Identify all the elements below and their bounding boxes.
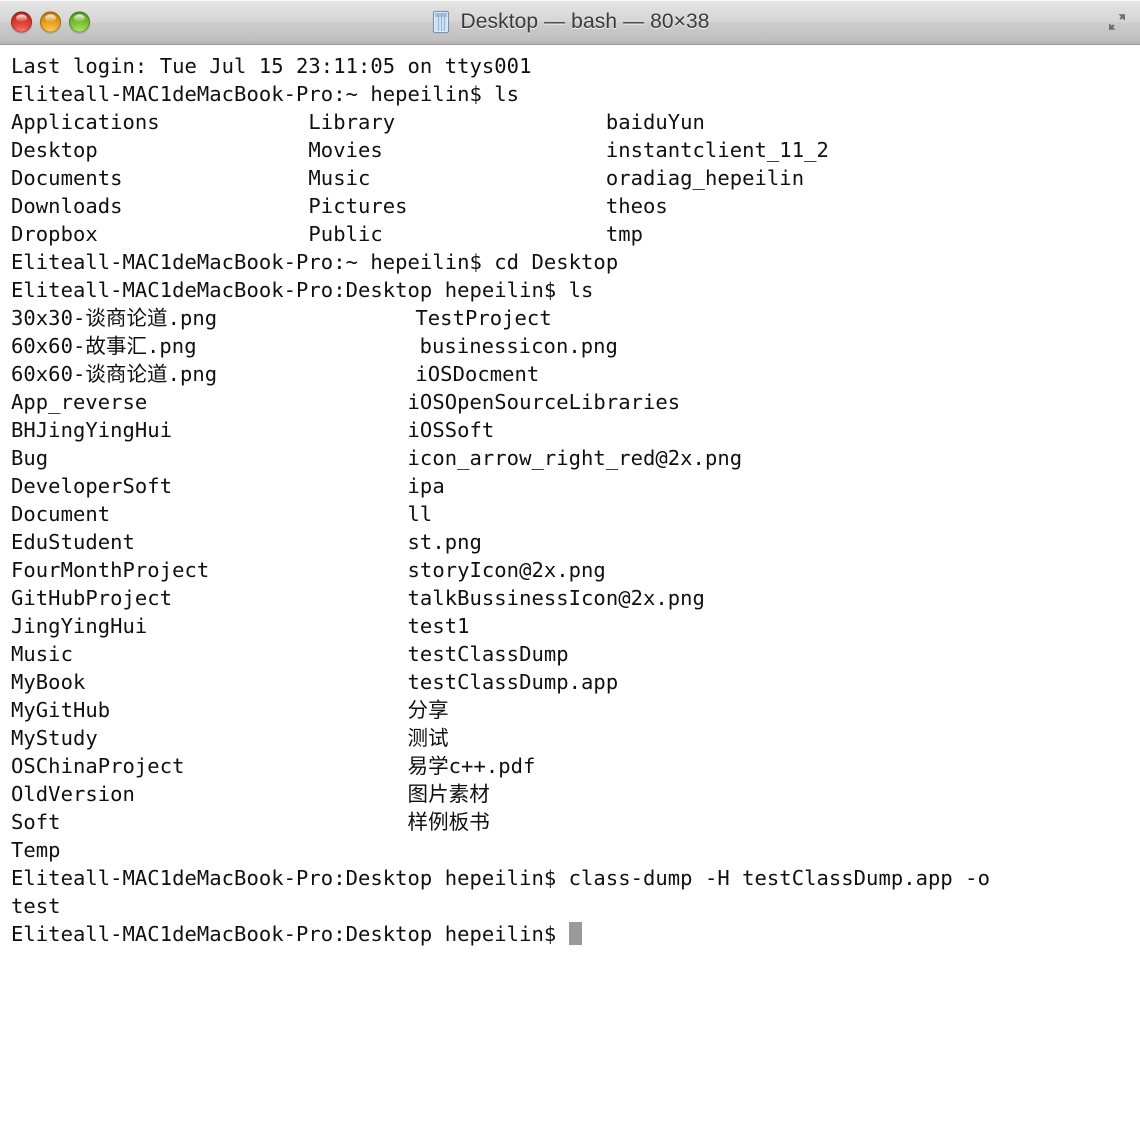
terminal-window: Desktop — bash — 80×38 Last login: Tue J… bbox=[0, 0, 1140, 1124]
close-button[interactable] bbox=[11, 11, 32, 33]
terminal-line: test bbox=[11, 894, 61, 918]
terminal-line: BHJingYingHui iOSSoft bbox=[11, 418, 495, 442]
terminal-screen[interactable]: Last login: Tue Jul 15 23:11:05 on ttys0… bbox=[11, 52, 1140, 1124]
terminal-cursor bbox=[568, 922, 582, 945]
terminal-line: App_reverse iOSOpenSourceLibraries bbox=[11, 390, 681, 414]
terminal-line: Downloads Pictures theos bbox=[11, 194, 668, 218]
terminal-line: 60x60-故事汇.png businessicon.png bbox=[11, 334, 618, 358]
terminal-line: Soft 样例板书 bbox=[11, 810, 490, 834]
terminal-line: Eliteall-MAC1deMacBook-Pro:~ hepeilin$ l… bbox=[11, 82, 520, 106]
terminal-line: EduStudent st.png bbox=[11, 530, 482, 554]
terminal-line: Eliteall-MAC1deMacBook-Pro:Desktop hepei… bbox=[11, 278, 594, 302]
terminal-line: Document ll bbox=[11, 502, 433, 526]
terminal-line: 30x30-谈商论道.png TestProject bbox=[11, 306, 552, 330]
window-title-text: Desktop — bash — 80×38 bbox=[460, 10, 710, 33]
terminal-line: Eliteall-MAC1deMacBook-Pro:Desktop hepei… bbox=[11, 866, 990, 890]
terminal-line: Eliteall-MAC1deMacBook-Pro:Desktop hepei… bbox=[11, 920, 1140, 948]
window-title-group: Desktop — bash — 80×38 bbox=[430, 10, 709, 34]
terminal-line: GitHubProject talkBussinessIcon@2x.png bbox=[11, 586, 705, 610]
terminal-line: FourMonthProject storyIcon@2x.png bbox=[11, 558, 606, 582]
terminal-line: MyBook testClassDump.app bbox=[11, 670, 619, 694]
zoom-button[interactable] bbox=[69, 11, 90, 33]
terminal-line: Last login: Tue Jul 15 23:11:05 on ttys0… bbox=[11, 54, 532, 78]
terminal-line: JingYingHui test1 bbox=[11, 614, 470, 638]
terminal-line: Temp bbox=[11, 838, 61, 862]
window-titlebar[interactable]: Desktop — bash — 80×38 bbox=[0, 0, 1140, 45]
terminal-line: Bug icon_arrow_right_red@2x.png bbox=[11, 446, 743, 470]
terminal-line: Applications Library baiduYun bbox=[11, 110, 705, 134]
terminal-line: DeveloperSoft ipa bbox=[11, 474, 445, 498]
terminal-line: MyGitHub 分享 bbox=[11, 698, 449, 722]
terminal-body[interactable]: Last login: Tue Jul 15 23:11:05 on ttys0… bbox=[0, 45, 1140, 1124]
terminal-document-icon bbox=[430, 10, 452, 34]
terminal-line: OSChinaProject 易学c++.pdf bbox=[11, 754, 536, 778]
terminal-line: Music testClassDump bbox=[11, 642, 569, 666]
window-controls bbox=[11, 11, 90, 33]
terminal-line: 60x60-谈商论道.png iOSDocment bbox=[11, 362, 540, 386]
fullscreen-button[interactable] bbox=[1104, 9, 1130, 35]
terminal-line: OldVersion 图片素材 bbox=[11, 782, 490, 806]
terminal-line: Eliteall-MAC1deMacBook-Pro:~ hepeilin$ c… bbox=[11, 250, 619, 274]
terminal-line: Desktop Movies instantclient_11_2 bbox=[11, 138, 829, 162]
minimize-button[interactable] bbox=[40, 11, 61, 33]
terminal-line: Dropbox Public tmp bbox=[11, 222, 643, 246]
terminal-line: MyStudy 测试 bbox=[11, 726, 449, 750]
terminal-line: Documents Music oradiag_hepeilin bbox=[11, 166, 805, 190]
